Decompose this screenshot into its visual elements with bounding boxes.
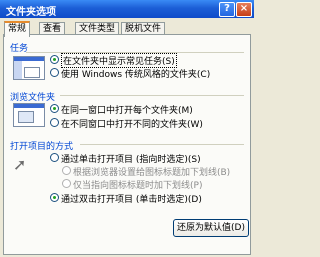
show-common-tasks-radio[interactable] bbox=[50, 55, 59, 64]
close-button[interactable]: × bbox=[236, 2, 252, 17]
show-common-tasks-label[interactable]: 在文件夹中显示常见任务(S) bbox=[61, 53, 177, 68]
classic-folders-radio[interactable] bbox=[50, 68, 59, 77]
open-items-divider bbox=[80, 144, 244, 145]
open-items-group-title: 打开项目的方式 bbox=[10, 142, 74, 152]
restore-defaults-button[interactable]: 还原为默认值(D) bbox=[173, 219, 249, 237]
browse-preview-icon bbox=[13, 103, 45, 127]
same-window-label[interactable]: 在同一窗口中打开每个文件夹(M) bbox=[61, 103, 193, 116]
new-window-label[interactable]: 在不同窗口中打开不同的文件夹(W) bbox=[61, 117, 203, 130]
double-click-label[interactable]: 通过双击打开项目 (单击时选定)(D) bbox=[61, 192, 202, 205]
underline-point-label[interactable]: 仅当指向图标标题时加下划线(P) bbox=[73, 178, 202, 191]
classic-folders-label[interactable]: 使用 Windows 传统风格的文件夹(C) bbox=[61, 67, 210, 80]
pointer-cursor-icon: ➚ bbox=[13, 155, 27, 174]
underline-browser-radio[interactable] bbox=[62, 166, 71, 175]
tab-general[interactable]: 常规 bbox=[4, 21, 31, 37]
new-window-radio[interactable] bbox=[50, 118, 59, 127]
single-click-radio[interactable] bbox=[50, 153, 59, 162]
browse-group-title: 浏览文件夹 bbox=[10, 93, 56, 103]
underline-browser-label[interactable]: 根据浏览器设置给图标标题加下划线(B) bbox=[73, 165, 230, 178]
tasks-preview-icon bbox=[13, 56, 45, 80]
general-panel: 任务 在文件夹中显示常见任务(S) 使用 Windows 传统风格的文件夹(C)… bbox=[3, 34, 251, 255]
tab-strip: 常规 查看 文件类型 脱机文件 bbox=[0, 21, 254, 37]
single-click-label[interactable]: 通过单击打开项目 (指向时选定)(S) bbox=[61, 152, 201, 165]
underline-point-radio[interactable] bbox=[62, 179, 71, 188]
browse-divider bbox=[60, 95, 244, 96]
double-click-radio[interactable] bbox=[50, 193, 59, 202]
help-button[interactable]: ? bbox=[219, 2, 235, 17]
same-window-radio[interactable] bbox=[50, 104, 59, 113]
window-title: 文件夹选项 bbox=[6, 7, 56, 18]
title-bar: 文件夹选项 ? × bbox=[0, 0, 254, 18]
